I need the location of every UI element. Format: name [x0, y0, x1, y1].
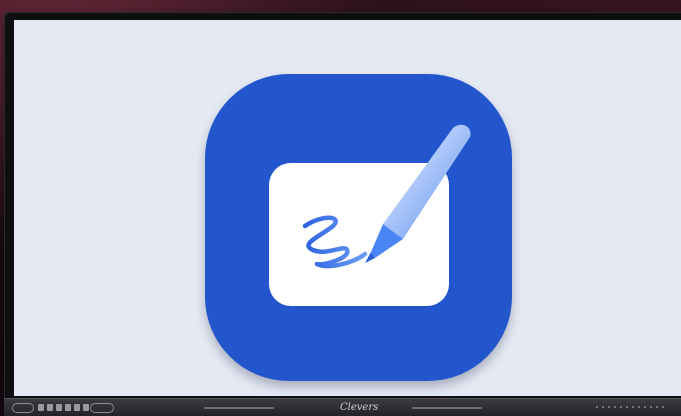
power-button-icon[interactable] [90, 403, 114, 413]
input-port-icon [12, 403, 34, 413]
pen-and-scribble-icon [302, 124, 471, 269]
whiteboard-app-icon[interactable] [205, 74, 512, 381]
front-control-bar: Clevers [4, 398, 681, 416]
front-ports-icon [38, 404, 89, 411]
pen-icon [365, 124, 471, 263]
brand-logo: Clevers [340, 402, 379, 413]
speaker-slot-right [412, 407, 482, 409]
scribble-stroke [302, 215, 368, 269]
photo-scene: Clevers [0, 0, 681, 416]
display-screen [14, 20, 681, 396]
speaker-slot-left [204, 407, 274, 409]
indicator-dots-icon [596, 406, 664, 408]
